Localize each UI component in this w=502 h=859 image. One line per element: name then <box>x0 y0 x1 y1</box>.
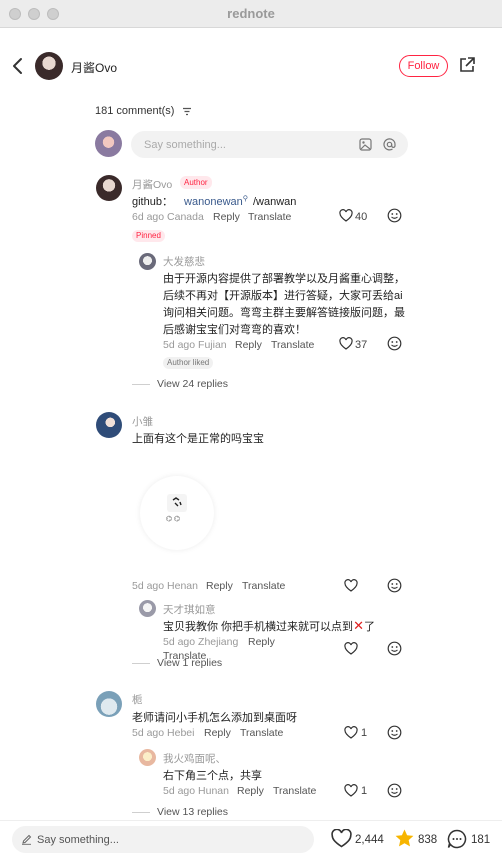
like-count: 37 <box>355 339 368 351</box>
translate-button[interactable]: Translate <box>248 211 291 223</box>
heart-icon[interactable] <box>339 337 353 350</box>
commenter-name[interactable]: 小雏 <box>132 414 153 429</box>
comment-body-prefix: github： <box>132 196 173 208</box>
reply-body-line: 后感谢宝宝们对弯弯的喜欢！ <box>163 324 306 336</box>
reply-avatar[interactable] <box>139 253 156 270</box>
footer-comment-count: 181 <box>471 834 491 846</box>
reply-body: 右下角三个点，共享 <box>163 770 262 782</box>
translate-button[interactable]: Translate <box>242 580 285 592</box>
reply-avatar[interactable] <box>139 749 156 766</box>
divider <box>132 663 150 664</box>
like-count: 1 <box>361 785 368 797</box>
emoji-icon[interactable] <box>387 641 402 656</box>
share-icon[interactable] <box>458 56 476 74</box>
comment-count: 181 comment(s) <box>95 105 175 117</box>
author-name[interactable]: 月酱Ovo <box>71 59 117 76</box>
like-count: 40 <box>355 211 368 223</box>
comment-meta: 6d ago Canada <box>132 211 204 223</box>
commenter-avatar[interactable] <box>96 175 122 201</box>
star-icon[interactable] <box>394 828 415 849</box>
sticker-glyph: ⌬ ⌬ <box>166 516 181 523</box>
reply-meta: 5d ago Hunan <box>163 785 229 797</box>
divider <box>132 384 150 385</box>
reply-name[interactable]: 我火鸡面呢、 <box>163 751 226 766</box>
view-replies-link[interactable]: View 24 replies <box>157 378 228 390</box>
heart-icon[interactable] <box>344 726 358 739</box>
comment-meta: 5d ago Henan <box>132 580 198 592</box>
footer-comment-input[interactable]: Say something... <box>12 826 314 853</box>
like-count: 1 <box>361 727 368 739</box>
reply-button[interactable]: Reply <box>204 727 231 739</box>
comment-body: 老师请问小手机怎么添加到桌面呀 <box>132 712 297 724</box>
translate-button[interactable]: Translate <box>273 785 316 797</box>
comment-meta: 5d ago Hebei <box>132 727 195 739</box>
commenter-name[interactable]: 月酱Ovo <box>132 177 172 192</box>
window-titlebar: rednote <box>0 0 502 28</box>
comment-body: 上面有这个是正常的吗宝宝 <box>132 433 264 445</box>
translate-button[interactable]: Translate <box>271 339 314 351</box>
emoji-icon[interactable] <box>387 725 402 740</box>
window-title: rednote <box>227 6 275 21</box>
reply-button[interactable]: Reply <box>237 785 264 797</box>
reply-body-tail: 了 <box>363 621 375 633</box>
reply-button[interactable]: Reply <box>248 636 275 648</box>
heart-icon[interactable] <box>339 209 353 222</box>
comment-input-placeholder: Say something... <box>144 139 226 151</box>
divider <box>132 812 150 813</box>
view-replies-link[interactable]: View 1 replies <box>157 657 222 669</box>
comment-body-suffix: /wanwan <box>252 196 297 208</box>
github-link[interactable]: wanonewan <box>184 196 243 208</box>
back-arrow-icon[interactable] <box>11 57 25 75</box>
emoji-icon[interactable] <box>387 578 402 593</box>
author-liked-badge: Author liked <box>163 357 214 369</box>
footer-star-count: 838 <box>418 834 438 846</box>
pinned-badge: Pinned <box>132 230 165 242</box>
pencil-icon <box>22 834 32 845</box>
author-avatar[interactable] <box>35 52 63 80</box>
reply-avatar[interactable] <box>139 600 156 617</box>
commenter-avatar[interactable] <box>96 691 122 717</box>
reply-meta: 5d ago Zhejiang <box>163 636 239 648</box>
footer-like-count: 2,444 <box>355 834 384 846</box>
search-icon: ⚲ <box>242 195 248 203</box>
heart-icon[interactable] <box>344 784 358 797</box>
sort-icon[interactable] <box>182 107 192 116</box>
image-icon[interactable] <box>359 138 372 151</box>
my-avatar <box>95 130 122 157</box>
author-badge: Author <box>180 176 212 189</box>
commenter-name[interactable]: 栀 <box>132 692 143 707</box>
emoji-icon[interactable] <box>387 208 402 223</box>
reply-body-line: 后续不再对【开源版本】进行答疑，大家可丢给ai <box>163 290 403 302</box>
comment-image[interactable]: ⌬ ⌬ <box>140 476 214 550</box>
reply-button[interactable]: Reply <box>206 580 233 592</box>
reply-body-text: 宝贝我教你 你把手机横过来就可以点到 <box>163 621 354 633</box>
reply-meta: 5d ago Fujian <box>163 339 227 351</box>
follow-button[interactable]: Follow <box>399 55 448 77</box>
reply-name[interactable]: 大发慈悲 <box>163 254 205 269</box>
heart-icon[interactable] <box>331 829 352 848</box>
heart-icon[interactable] <box>344 579 358 592</box>
reply-body: 宝贝我教你 你把手机横过来就可以点到✕了 <box>163 618 375 634</box>
reply-name[interactable]: 天才琪如意 <box>163 602 216 617</box>
commenter-avatar[interactable] <box>96 412 122 438</box>
mention-icon[interactable] <box>383 138 396 151</box>
reply-button[interactable]: Reply <box>235 339 262 351</box>
emoji-icon[interactable] <box>387 783 402 798</box>
comment-bubble-icon[interactable] <box>447 829 467 849</box>
cross-mark-icon: ✕ <box>353 618 364 633</box>
view-replies-link[interactable]: View 13 replies <box>157 806 228 818</box>
reply-body-line: 询问相关问题。弯弯主群主要解答链接版问题，最 <box>163 307 405 319</box>
comment-body: github： wanonewan⚲ /wanwan <box>132 193 296 209</box>
translate-button[interactable]: Translate <box>240 727 283 739</box>
heart-icon[interactable] <box>344 642 358 655</box>
sticker-icon <box>167 494 187 512</box>
reply-body-line: 由于开源内容提供了部署教学以及月酱重心调整， <box>163 273 405 285</box>
footer-input-placeholder: Say something... <box>37 834 119 846</box>
emoji-icon[interactable] <box>387 336 402 351</box>
reply-button[interactable]: Reply <box>213 211 240 223</box>
